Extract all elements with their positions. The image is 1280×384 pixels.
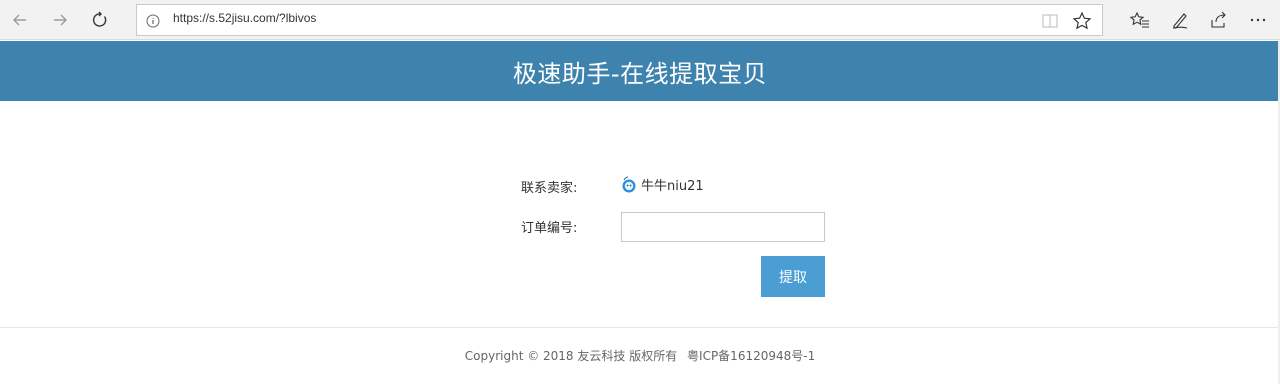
url-text[interactable]: https://s.52jisu.com/?lbivos: [173, 11, 316, 25]
back-button[interactable]: [4, 5, 36, 35]
seller-contact[interactable]: 牛牛niu21: [621, 175, 704, 194]
icp-link[interactable]: 粤ICP备16120948号-1: [687, 349, 815, 363]
order-label: 订单编号:: [521, 221, 578, 236]
browser-toolbar: https://s.52jisu.com/?lbivos: [0, 0, 1280, 40]
share-icon: [1211, 11, 1226, 28]
info-icon[interactable]: [145, 13, 161, 29]
copyright-text: Copyright © 2018 友云科技 版权所有: [464, 349, 678, 363]
refresh-button[interactable]: [84, 5, 116, 35]
favorites-button[interactable]: [1124, 5, 1156, 35]
arrow-right-icon: [54, 14, 67, 26]
favorites-list-icon: [1130, 11, 1149, 28]
star-icon[interactable]: [1072, 11, 1092, 31]
page-header: 极速助手-在线提取宝贝: [0, 41, 1280, 101]
share-button[interactable]: [1202, 5, 1234, 35]
wangwang-icon[interactable]: [621, 176, 637, 194]
more-dots-icon: [1250, 18, 1266, 22]
address-bar[interactable]: https://s.52jisu.com/?lbivos: [136, 4, 1103, 36]
forward-button[interactable]: [44, 5, 76, 35]
seller-label: 联系卖家:: [521, 181, 578, 196]
notes-button[interactable]: [1164, 5, 1196, 35]
refresh-icon: [92, 11, 107, 27]
submit-button[interactable]: 提取: [761, 256, 825, 297]
pen-icon: [1172, 13, 1188, 29]
footer: Copyright © 2018 友云科技 版权所有 粤ICP备16120948…: [0, 347, 1280, 364]
footer-divider: [0, 327, 1280, 328]
arrow-left-icon: [13, 14, 26, 26]
reading-view-icon[interactable]: [1041, 12, 1059, 30]
page-title: 极速助手-在线提取宝贝: [512, 59, 768, 88]
seller-name[interactable]: 牛牛niu21: [641, 175, 704, 194]
order-number-input[interactable]: [621, 212, 825, 242]
more-button[interactable]: [1242, 5, 1274, 35]
